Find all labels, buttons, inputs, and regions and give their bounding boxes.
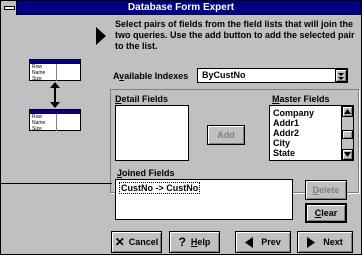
detail-table-icon: Row Name Size	[29, 109, 81, 132]
available-indexes-label: Available Indexes	[113, 71, 189, 81]
help-icon: ?	[178, 235, 186, 249]
master-table-icon: Row Name Size	[29, 59, 81, 82]
next-button[interactable]: Next	[297, 231, 353, 253]
instructions-text: Select pairs of fields from the field li…	[115, 19, 355, 51]
prev-button[interactable]: Prev	[235, 231, 291, 253]
scroll-up-icon[interactable]	[342, 106, 353, 117]
help-button[interactable]: ? Help	[169, 231, 220, 253]
detail-fields-list[interactable]	[115, 105, 189, 161]
scroll-down-icon[interactable]	[342, 149, 353, 160]
master-detail-illustration: Row Name Size Row Name Size	[25, 59, 85, 135]
master-fields-label: Master Fields	[272, 94, 330, 104]
dropdown-arrow-icon[interactable]	[335, 69, 347, 82]
list-item[interactable]: Company	[273, 108, 314, 118]
list-item[interactable]: CustNo -> CustNo	[119, 182, 201, 194]
step-arrow-icon	[96, 27, 106, 45]
joined-fields-label: Joined Fields	[117, 168, 175, 178]
detail-fields-label: Detail Fields	[115, 94, 169, 104]
master-fields-scrollbar[interactable]	[341, 106, 353, 160]
cancel-icon: ✕	[114, 235, 125, 249]
table-row: Size	[32, 76, 42, 82]
list-item[interactable]: State	[273, 148, 295, 158]
callout-line	[0, 183, 112, 184]
list-item[interactable]: Addr2	[273, 128, 299, 138]
cancel-button[interactable]: ✕ Cancel	[111, 231, 162, 253]
list-item[interactable]: Addr1	[273, 118, 299, 128]
dialog-window: Database Form Expert Row Name Size Row N…	[0, 0, 362, 255]
master-fields-list[interactable]: Company Addr1 Addr2 City State	[269, 105, 354, 161]
prev-arrow-icon	[245, 236, 254, 248]
table-row: Size	[32, 126, 42, 132]
list-item[interactable]: City	[273, 138, 290, 148]
scroll-thumb[interactable]	[342, 130, 353, 139]
title-bar[interactable]: Database Form Expert	[1, 1, 361, 15]
available-indexes-select[interactable]: ByCustNo	[197, 68, 348, 83]
available-indexes-value: ByCustNo	[202, 70, 246, 80]
next-arrow-icon	[307, 236, 316, 248]
joined-fields-list[interactable]: CustNo -> CustNo	[115, 179, 293, 220]
clear-button[interactable]: Clear	[305, 203, 347, 223]
delete-button[interactable]: Delete	[305, 180, 347, 200]
link-arrow-icon	[45, 82, 65, 108]
window-title: Database Form Expert	[127, 2, 235, 13]
add-button[interactable]: Add	[207, 125, 245, 145]
